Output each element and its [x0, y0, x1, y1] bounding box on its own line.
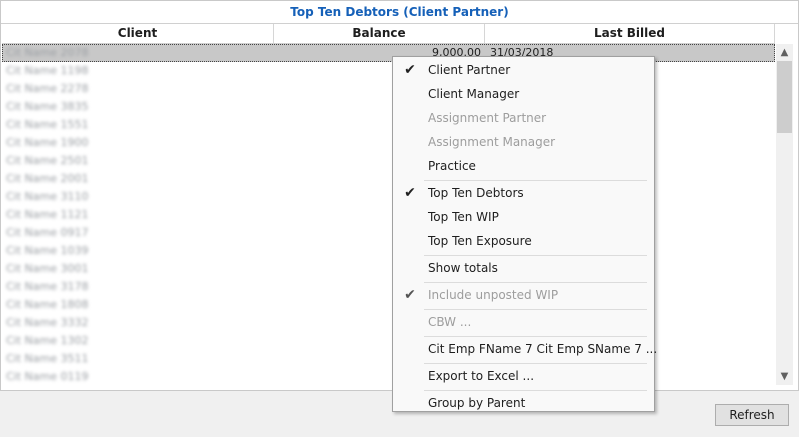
menu-item-label: Show totals: [428, 261, 498, 275]
cell-client: Cit Name 1808: [6, 298, 89, 311]
menu-item-top-ten-wip[interactable]: Top Ten WIP: [394, 206, 653, 228]
menu-separator: [424, 390, 647, 391]
menu-separator: [424, 180, 647, 181]
table-row[interactable]: Cit Name 1551: [2, 116, 775, 134]
table-row[interactable]: Cit Name 3835: [2, 98, 775, 116]
menu-item-client-partner[interactable]: ✔ Client Partner: [394, 59, 653, 81]
menu-separator: [424, 363, 647, 364]
cell-client: Cit Name 3332: [6, 316, 89, 329]
cell-client: Cit Name 1039: [6, 244, 89, 257]
menu-item-top-ten-debtors[interactable]: ✔ Top Ten Debtors: [394, 182, 653, 204]
checkmark-icon: ✔: [404, 62, 416, 78]
menu-item-label: Client Manager: [428, 87, 520, 101]
cell-client: Cit Name 1900: [6, 136, 89, 149]
menu-item-assignment-partner: Assignment Partner: [394, 107, 653, 129]
menu-separator: [424, 309, 647, 310]
menu-item-group-by-parent[interactable]: Group by Parent: [394, 392, 653, 414]
menu-separator: [424, 336, 647, 337]
menu-item-label: Top Ten WIP: [428, 210, 499, 224]
menu-item-label: Assignment Manager: [428, 135, 556, 149]
menu-item-show-totals[interactable]: Show totals: [394, 257, 653, 279]
menu-item-top-ten-exposure[interactable]: Top Ten Exposure: [394, 230, 653, 252]
cell-client: Cit Name 2001: [6, 172, 89, 185]
cell-client: Cit Name 1198: [6, 64, 89, 77]
table-row[interactable]: Cit Name 3178: [2, 278, 775, 296]
scroll-thumb[interactable]: [777, 61, 792, 133]
cell-client: Cit Name 3835: [6, 100, 89, 113]
menu-item-practice[interactable]: Practice: [394, 155, 653, 177]
table-row[interactable]: Cit Name 2001: [2, 170, 775, 188]
context-menu: ✔ Client Partner Client Manager Assignment …: [392, 56, 657, 414]
menu-item-label: Include unposted WIP: [428, 288, 559, 302]
cell-client: Cit Name 3110: [6, 190, 89, 203]
cell-client: Cit Name 3178: [6, 280, 89, 293]
menu-item-include-unposted-wip: ✔ Include unposted WIP: [394, 284, 653, 306]
checkmark-icon: ✔: [404, 287, 416, 303]
table-row[interactable]: Cit Name 1039: [2, 242, 775, 260]
menu-item-cit-emp-fname-7-cit-emp-sname-7[interactable]: Cit Emp FName 7 Cit Emp SName 7 ...: [394, 338, 657, 360]
column-header-last-billed[interactable]: Last Billed: [485, 24, 775, 43]
table-body: Cit Name 2078 9,000.00 31/03/2018 Cit Name …: [2, 44, 775, 385]
table-row[interactable]: Cit Name 3001: [2, 260, 775, 278]
menu-item-label: Assignment Partner: [428, 111, 547, 125]
table-row[interactable]: Cit Name 2278: [2, 80, 775, 98]
menu-separator: [424, 255, 647, 256]
table-row[interactable]: Cit Name 0119: [2, 368, 775, 385]
menu-separator: [424, 282, 647, 283]
table-row[interactable]: Cit Name 3110: [2, 188, 775, 206]
panel-title: Top Ten Debtors (Client Partner): [1, 1, 798, 24]
menu-item-export-to-excel[interactable]: Export to Excel ...: [394, 365, 653, 387]
vertical-scrollbar[interactable]: ▲ ▼: [776, 44, 793, 385]
table-row[interactable]: Cit Name 2501: [2, 152, 775, 170]
scroll-up-arrow-icon[interactable]: ▲: [776, 44, 793, 61]
table-row[interactable]: Cit Name 1121: [2, 206, 775, 224]
menu-item-assignment-manager: Assignment Manager: [394, 131, 653, 153]
table-row[interactable]: Cit Name 3511: [2, 350, 775, 368]
cell-client: Cit Name 3001: [6, 262, 89, 275]
table-row[interactable]: Cit Name 1302: [2, 332, 775, 350]
table-row[interactable]: Cit Name 1900: [2, 134, 775, 152]
menu-item-label: CBW ...: [428, 315, 472, 329]
cell-client: Cit Name 2078: [6, 46, 89, 59]
table-row[interactable]: Cit Name 1198: [2, 62, 775, 80]
cell-client: Cit Name 1121: [6, 208, 89, 221]
menu-item-label: Top Ten Debtors: [428, 186, 524, 200]
checkmark-icon: ✔: [404, 185, 416, 201]
column-header-balance[interactable]: Balance: [274, 24, 485, 43]
menu-item-label: Client Partner: [428, 63, 511, 77]
table-row[interactable]: Cit Name 0917: [2, 224, 775, 242]
cell-client: Cit Name 0119: [6, 370, 89, 383]
cell-client: Cit Name 1302: [6, 334, 89, 347]
refresh-button[interactable]: Refresh: [715, 404, 789, 426]
cell-client: Cit Name 1551: [6, 118, 89, 131]
menu-item-label: Group by Parent: [428, 396, 526, 410]
menu-item-label: Top Ten Exposure: [428, 234, 532, 248]
cell-client: Cit Name 0917: [6, 226, 89, 239]
table-row[interactable]: Cit Name 2078 9,000.00 31/03/2018: [2, 44, 775, 62]
table-row[interactable]: Cit Name 1808: [2, 296, 775, 314]
menu-item-cbw: CBW ...: [394, 311, 653, 333]
table-row[interactable]: Cit Name 3332: [2, 314, 775, 332]
column-header-client[interactable]: Client: [2, 24, 274, 43]
cell-client: Cit Name 3511: [6, 352, 89, 365]
cell-client: Cit Name 2501: [6, 154, 89, 167]
scroll-down-arrow-icon[interactable]: ▼: [776, 368, 793, 385]
menu-item-label: Export to Excel ...: [428, 369, 535, 383]
menu-item-label: Cit Emp FName 7 Cit Emp SName 7 ...: [428, 342, 658, 356]
menu-item-client-manager[interactable]: Client Manager: [394, 83, 653, 105]
cell-client: Cit Name 2278: [6, 82, 89, 95]
menu-item-label: Practice: [428, 159, 476, 173]
table-header: Client Balance Last Billed: [2, 24, 775, 44]
